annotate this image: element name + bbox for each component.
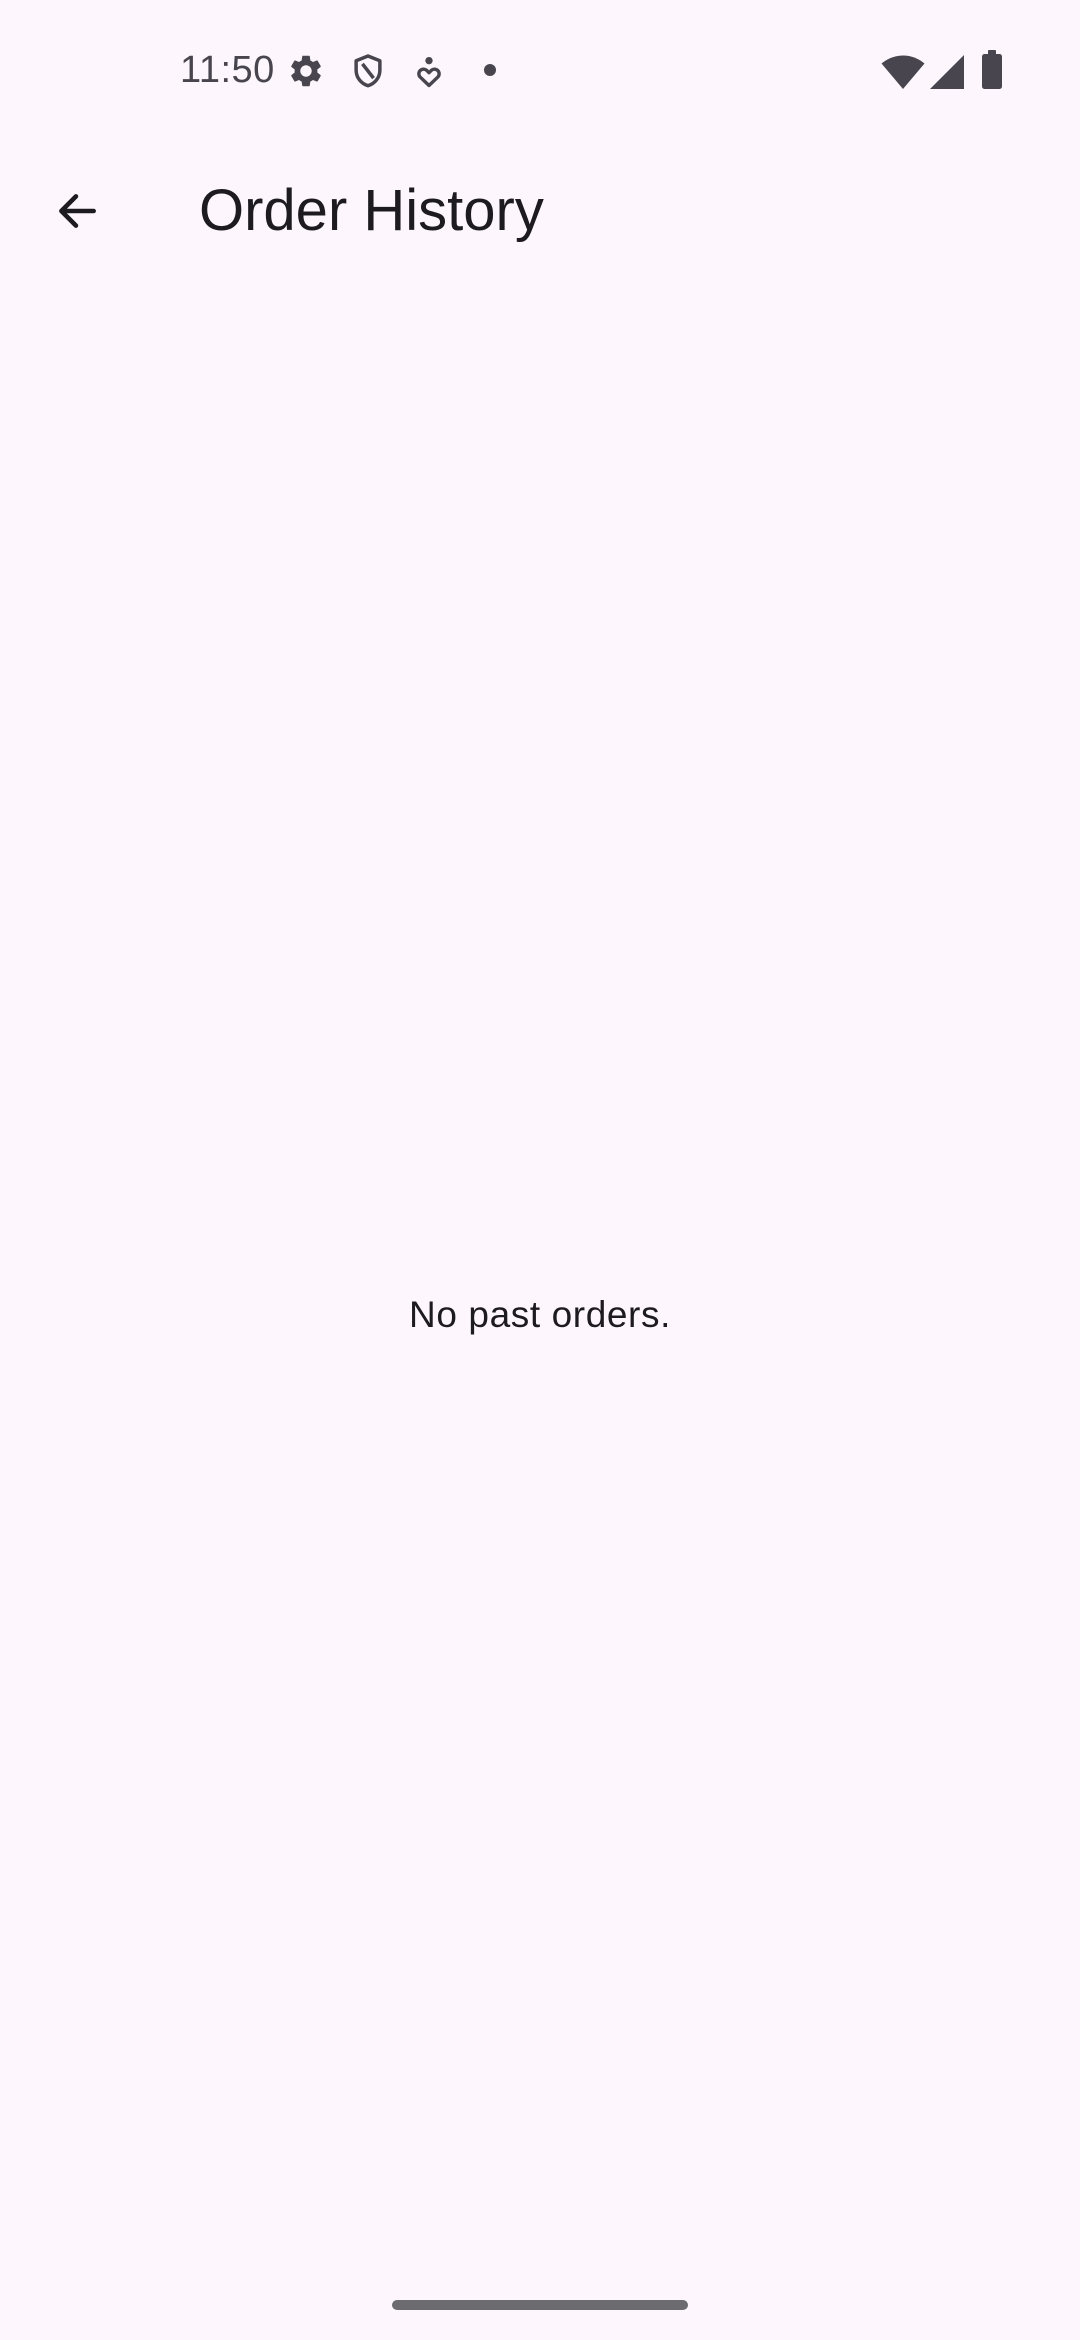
status-bar: 11:50: [0, 0, 1080, 140]
shield-icon: [354, 54, 382, 88]
wifi-icon: [881, 55, 925, 89]
notification-dot-icon: [484, 64, 496, 76]
empty-state-message: No past orders.: [409, 1294, 671, 1335]
back-button[interactable]: [37, 171, 117, 251]
battery-icon: [982, 50, 1002, 89]
status-time: 11:50: [180, 49, 275, 91]
accessibility-icon: [417, 56, 441, 88]
arrow-back-icon: [59, 194, 96, 228]
home-indicator[interactable]: [392, 2300, 688, 2310]
cellular-signal-icon: [930, 55, 964, 89]
gear-icon: [291, 55, 321, 87]
page-title: Order History: [199, 178, 544, 243]
